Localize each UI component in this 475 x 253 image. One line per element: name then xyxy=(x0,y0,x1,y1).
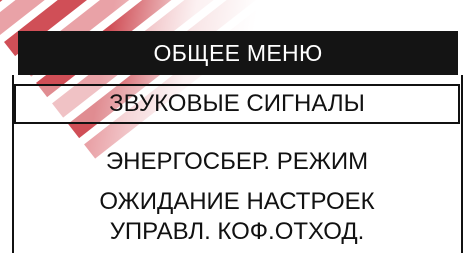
menu-title-bar: ОБЩЕЕ МЕНЮ xyxy=(18,31,458,75)
menu-item-energy-saving[interactable]: ЭНЕРГОСБЕР. РЕЖИМ xyxy=(14,148,460,176)
display-screen: ОБЩЕЕ МЕНЮ ЗВУКОВЫЕ СИГНАЛЫ ЭНЕРГОСБЕР. … xyxy=(0,0,475,253)
menu-item-grounds-control[interactable]: УПРАВЛ. КОФ.ОТХОД. xyxy=(14,218,460,246)
menu-item-label: УПРАВЛ. КОФ.ОТХОД. xyxy=(109,218,365,245)
menu-item-settings-timeout[interactable]: ОЖИДАНИЕ НАСТРОЕК xyxy=(14,188,460,216)
menu-title: ОБЩЕЕ МЕНЮ xyxy=(153,39,323,66)
menu-item-label: ЗВУКОВЫЕ СИГНАЛЫ xyxy=(109,90,365,117)
menu-item-selected[interactable]: ЗВУКОВЫЕ СИГНАЛЫ xyxy=(14,84,460,124)
menu-item-label: ОЖИДАНИЕ НАСТРОЕК xyxy=(99,188,375,215)
frame-right-border xyxy=(461,75,463,253)
menu-item-label: ЭНЕРГОСБЕР. РЕЖИМ xyxy=(105,148,369,175)
